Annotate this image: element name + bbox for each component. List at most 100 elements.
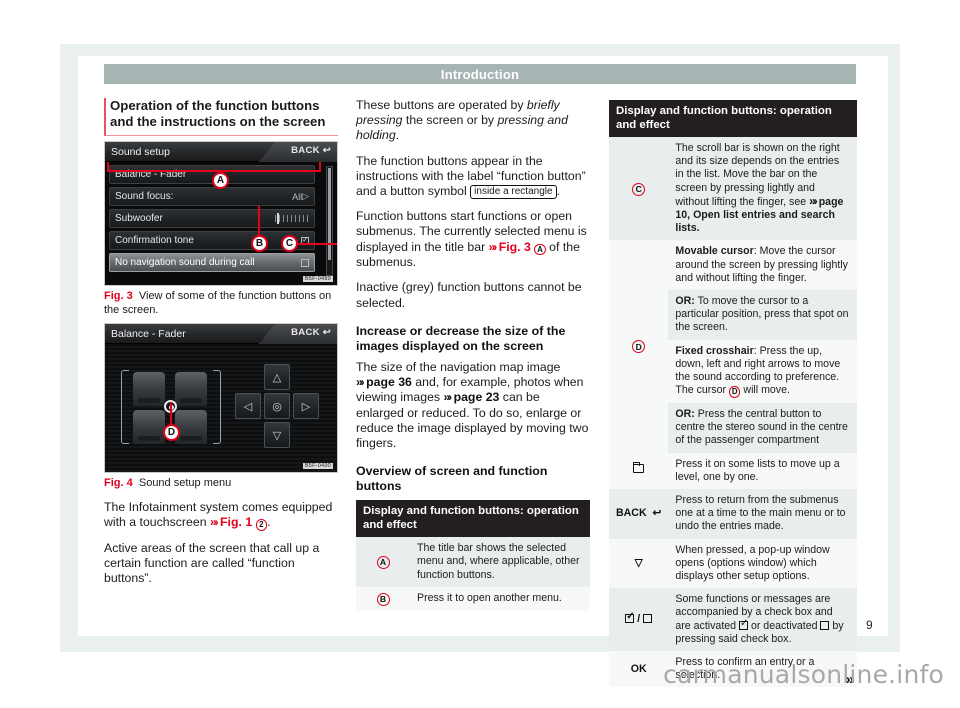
heading-overview-screen-buttons: Overview of screen and function buttons	[356, 464, 548, 494]
callout-d-inline: D	[728, 386, 741, 398]
table-header-row: Display and function buttons: operation …	[356, 500, 590, 538]
figure-4-caption-text: Sound setup menu	[138, 477, 232, 489]
back-arrow-icon: ↩	[649, 507, 662, 520]
callout-a-inline: A	[534, 243, 546, 256]
left-paragraph-1-text: The Infotainment system comes equipped w…	[104, 500, 333, 530]
figure-4-number: Fig. 4	[104, 477, 133, 489]
scrollbar[interactable]	[326, 166, 333, 276]
watermark: carmanualsonline.info	[663, 660, 944, 689]
table-symbol-cell: C	[609, 137, 669, 241]
figure-3-caption: Fig. 3 View of some of the function butt…	[104, 289, 338, 317]
page-number: 9	[866, 618, 873, 632]
screen-title: Sound setup	[111, 145, 170, 158]
screen-title-bar: Balance - Fader BACK ↩	[105, 324, 337, 344]
page-root: Introduction Operation of the function b…	[0, 0, 960, 708]
lead-line	[295, 243, 337, 245]
callout-d-symbol: D	[632, 340, 646, 354]
list-item-label: Subwoofer	[115, 213, 163, 224]
mid-paragraph-3: Function buttons start functions or open…	[356, 209, 587, 270]
callout-c-symbol: C	[632, 182, 646, 196]
table-text-cell: Fixed crosshair: Press the up, down, lef…	[668, 339, 857, 403]
table-row: Press it on some lists to move up a leve…	[609, 452, 857, 489]
mid-paragraph-1: These buttons are operated by briefly pr…	[356, 98, 568, 143]
seat-rear-right	[175, 410, 207, 444]
dpad-right-button[interactable]: ▷	[293, 393, 319, 419]
figure-4-caption: Fig. 4 Sound setup menu	[104, 476, 338, 490]
callout-2-inline: 2	[255, 519, 268, 531]
middle-column: These buttons are operated by briefly pr…	[356, 98, 590, 611]
dpad-up-button[interactable]: △	[264, 364, 290, 390]
seat-rear-left	[133, 410, 165, 444]
page-36-reference[interactable]: page 36	[366, 375, 412, 389]
scrollbar-thumb[interactable]	[328, 168, 331, 260]
figure-3-number: Fig. 3	[104, 290, 133, 302]
back-label: BACK	[616, 507, 647, 520]
left-paragraph-1: The Infotainment system comes equipped w…	[104, 500, 333, 531]
no-nav-sound-checkbox[interactable]	[301, 254, 309, 271]
image-code: B5F-0489	[302, 276, 333, 282]
confirmation-tone-checkbox[interactable]	[301, 232, 309, 249]
back-button[interactable]: BACK ↩	[291, 145, 331, 156]
left-column: Operation of the function buttons and th…	[104, 98, 338, 596]
table-text-cell: The scroll bar is shown on the right and…	[668, 137, 857, 241]
table-text-cell: The title bar shows the selected menu an…	[410, 537, 590, 587]
table-row: C The scroll bar is shown on the right a…	[609, 137, 857, 241]
table-row: BACK ↩ Press to return from the submenus…	[609, 488, 857, 539]
lead-line	[319, 162, 321, 172]
list-item-label: No navigation sound during call	[115, 257, 255, 268]
seat-diagram: △ ◁ ◎ ▷ ▽	[105, 344, 337, 472]
table-symbol-cell: ▽	[609, 538, 669, 589]
callout-d: D	[163, 424, 180, 441]
table-header-label: Display and function buttons: operation …	[609, 100, 857, 137]
list-item[interactable]: Sound focus: All ▷	[109, 187, 315, 206]
subwoofer-slider[interactable]	[275, 210, 309, 227]
table-text-cell: Press to return from the submenus one at…	[668, 488, 857, 539]
table-symbol-cell: B	[356, 586, 410, 611]
left-paragraph-2: Active areas of the screen that call up …	[104, 540, 320, 586]
table-symbol-cell: D	[609, 240, 669, 453]
list-item-label: Confirmation tone	[115, 235, 194, 246]
page-23-reference[interactable]: page 23	[454, 390, 500, 404]
dpad-down-button[interactable]: ▽	[264, 422, 290, 448]
right-table: Display and function buttons: operation …	[609, 100, 857, 688]
heading-increase-decrease-size: Increase or decrease the size of the ima…	[356, 323, 566, 353]
infotainment-screenshot-sound-setup: Sound setup BACK ↩ Balance - Fader Sound…	[104, 141, 338, 286]
figure-1-reference[interactable]: Fig. 1	[220, 515, 252, 529]
list-item-label: Sound focus:	[115, 191, 174, 202]
table-text-cell: Some functions or messages are accompani…	[668, 588, 857, 651]
table-header-label: Display and function buttons: operation …	[356, 500, 590, 538]
dpad-left-button[interactable]: ◁	[235, 393, 261, 419]
list-item[interactable]: Subwoofer	[109, 209, 315, 228]
list-item[interactable]: No navigation sound during call	[109, 253, 315, 272]
table-row: B Press it to open another menu.	[356, 586, 590, 611]
table-text-cell: OR: To move the cursor to a particular p…	[668, 290, 857, 340]
table-text-cell: Movable cursor: Move the cursor around t…	[668, 240, 857, 291]
table-text-cell: Press it to open another menu.	[410, 586, 590, 611]
running-header-title: Introduction	[440, 66, 520, 82]
callout-b-symbol: B	[376, 592, 390, 606]
callout-a-symbol: A	[376, 555, 390, 569]
checkbox-checked-icon	[739, 617, 748, 630]
seat-front-right	[175, 372, 207, 406]
right-column: Display and function buttons: operation …	[609, 98, 857, 689]
callout-b: B	[251, 235, 268, 252]
table-row: D Movable cursor: Move the cursor around…	[609, 240, 857, 453]
table-row: ▽ When pressed, a pop-up window opens (o…	[609, 538, 857, 589]
seat-front-left	[133, 372, 165, 406]
table-symbol-cell: A	[356, 537, 410, 587]
figure-4: Balance - Fader BACK ↩ △ ◁ ◎ ▷ ▽ D B5F-0…	[104, 323, 338, 490]
button-symbol-example: inside a rectangle	[470, 185, 557, 200]
lead-line	[107, 170, 321, 172]
cabin-bracket-left	[121, 370, 129, 444]
figure-3-reference[interactable]: Fig. 3	[499, 240, 531, 254]
checkbox-unchecked-icon	[643, 613, 653, 623]
figure-3: Sound setup BACK ↩ Balance - Fader Sound…	[104, 141, 338, 317]
image-code: B5F-0490	[302, 463, 333, 469]
screen-title-bar: Sound setup BACK ↩	[105, 142, 337, 162]
list-item-value: All ▷	[292, 191, 309, 202]
dpad-center-button[interactable]: ◎	[264, 393, 290, 419]
running-header: Introduction	[104, 64, 856, 84]
cabin-bracket-right	[213, 370, 221, 444]
back-button[interactable]: BACK ↩	[291, 327, 331, 338]
mid-table: Display and function buttons: operation …	[356, 500, 590, 611]
